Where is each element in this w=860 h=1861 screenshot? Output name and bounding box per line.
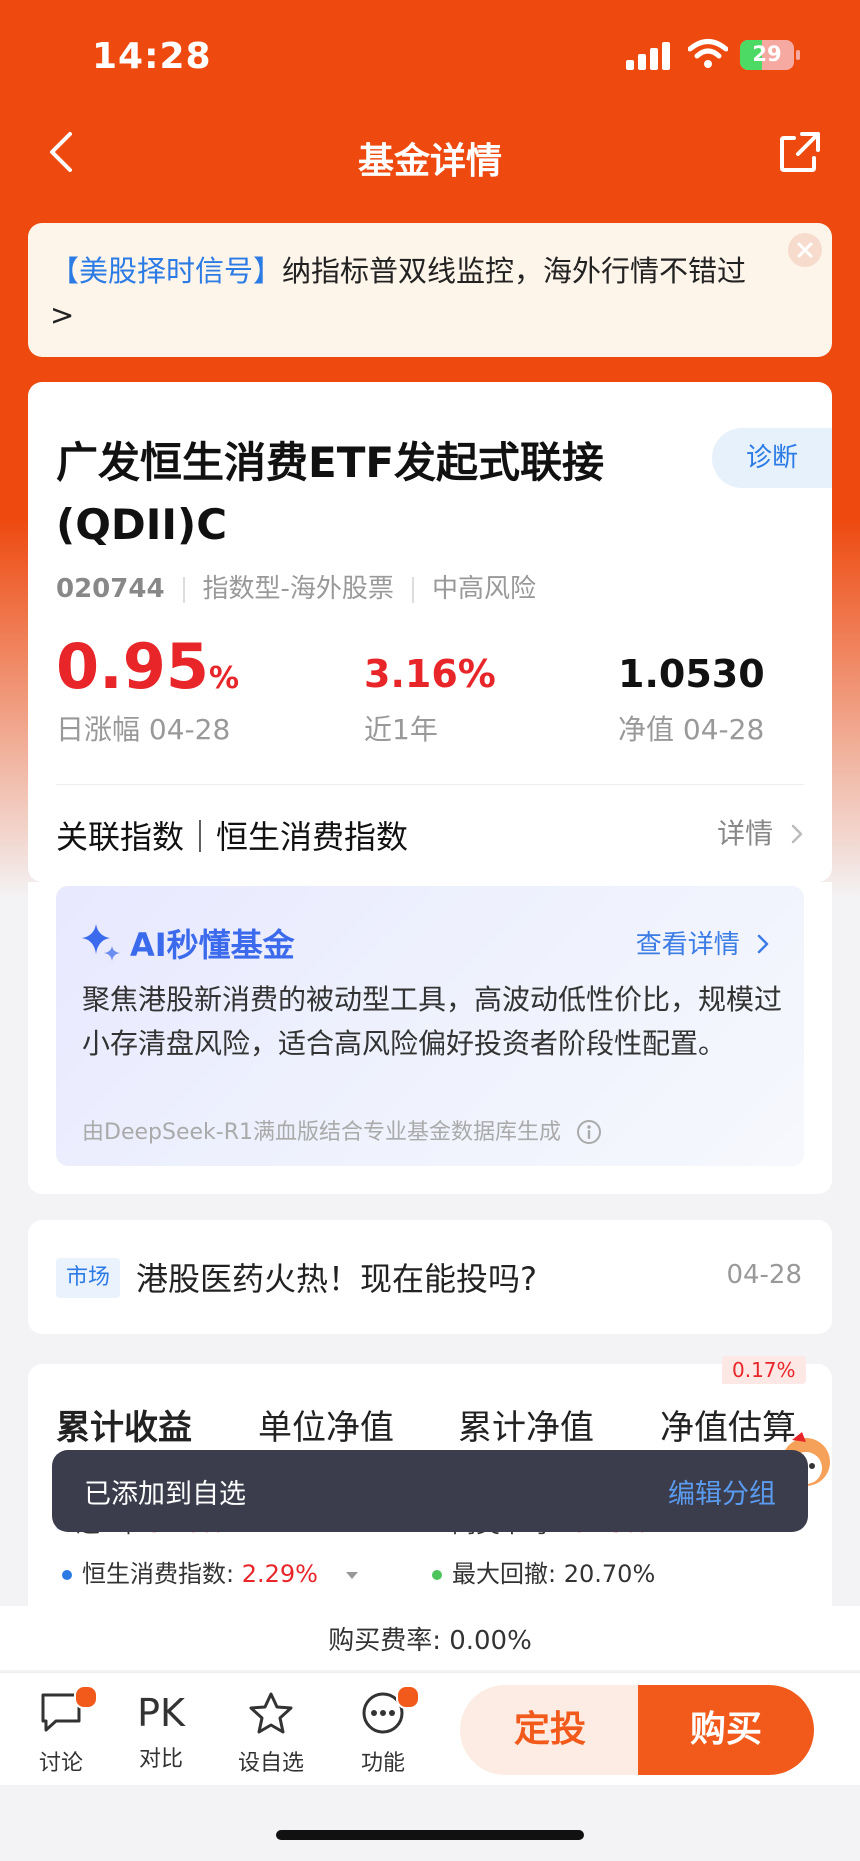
fund-summary-card: 广发恒生消费ETF发起式联接(QDII)C 诊断 020744 指数型-海外股票 中… — [28, 382, 832, 882]
close-icon — [797, 242, 813, 258]
purchase-fee: 购买费率: 0.00% — [328, 1626, 532, 1656]
battery-level: 29 — [752, 42, 782, 66]
tab-unit-nav[interactable]: 单位净值 — [258, 1400, 394, 1449]
ai-summary-card[interactable]: AI秒懂基金 查看详情 聚焦港股新消费的被动型工具，高波动低性价比，规模过小存清… — [56, 886, 804, 1166]
toast-message: 已添加到自选 — [84, 1479, 246, 1510]
chevron-right-icon — [791, 824, 803, 844]
news-item[interactable]: 市场 港股医药火热！现在能投吗? 04-28 — [28, 1220, 832, 1334]
news-date: 04-28 — [726, 1260, 802, 1290]
compare-button[interactable]: PK 对比 — [116, 1691, 206, 1773]
sip-button[interactable]: 定投 — [460, 1685, 640, 1775]
chevron-right-icon — [757, 934, 769, 954]
fee-bar: 购买费率: 0.00% — [0, 1606, 860, 1670]
fund-type: 指数型-海外股票 — [202, 574, 394, 604]
notice-arrow: > — [50, 298, 75, 332]
notice-tag: 【美股择时信号】 — [50, 254, 283, 288]
promo-notice[interactable]: 【美股择时信号】纳指标普双线监控，海外行情不错过 > — [28, 223, 832, 357]
page-title: 基金详情 — [357, 141, 502, 182]
fund-code: 020744 — [56, 574, 165, 604]
wifi-icon — [688, 39, 728, 68]
divider — [56, 784, 804, 785]
notice-message: 纳指标普双线监控，海外行情不错过 — [282, 254, 747, 288]
dropdown-triangle-icon — [345, 1572, 358, 1579]
edit-group-button[interactable]: 编辑分组 — [668, 1472, 776, 1511]
cellular-signal-icon — [626, 42, 670, 70]
fund-risk: 中高风险 — [431, 574, 536, 604]
tab-cumulative-return[interactable]: 累计收益 — [56, 1400, 192, 1449]
close-notice-button[interactable] — [788, 233, 822, 267]
year-return-label: 近1年 — [364, 713, 438, 746]
status-time: 14:28 — [92, 36, 212, 77]
related-index-label: 关联指数｜恒生消费指数 — [56, 818, 409, 856]
news-title: 港股医药火热！现在能投吗? — [136, 1260, 537, 1298]
functions-button[interactable]: 功能 — [338, 1685, 428, 1777]
nav-value: 1.0530 — [618, 652, 765, 696]
news-tag: 市场 — [56, 1258, 120, 1298]
fund-name: 广发恒生消费ETF发起式联接(QDII)C — [56, 438, 605, 549]
related-index-row[interactable]: 关联指数｜恒生消费指数 详情 — [56, 812, 804, 862]
daily-change-value: 0.95% — [56, 630, 240, 703]
toast: 已添加到自选 编辑分组 — [52, 1450, 808, 1532]
tab-cumulative-nav[interactable]: 累计净值 — [458, 1400, 594, 1449]
notification-dot — [74, 1685, 98, 1709]
ai-footer: 由DeepSeek-R1满血版结合专业基金数据库生成 — [82, 1114, 602, 1146]
year-return-value: 3.16% — [364, 652, 496, 696]
bottom-action-bar: 讨论 PK 对比 设自选 功能 定投 购买 — [0, 1672, 860, 1785]
legend-item[interactable]: 恒生消费指数: 2.29% — [62, 1554, 360, 1589]
ai-title: AI秒懂基金 — [130, 926, 295, 964]
add-watchlist-button[interactable]: 设自选 — [226, 1691, 316, 1777]
legend-item: 最大回撤: 20.70% — [432, 1554, 655, 1589]
share-icon[interactable] — [778, 130, 822, 174]
ai-summary-section: AI秒懂基金 查看详情 聚焦港股新消费的被动型工具，高波动低性价比，规模过小存清… — [28, 882, 832, 1194]
notification-dot — [396, 1685, 420, 1709]
info-icon[interactable] — [576, 1119, 602, 1145]
ai-view-details-link[interactable]: 查看详情 — [636, 924, 770, 961]
discuss-button[interactable]: 讨论 — [16, 1685, 106, 1777]
related-index-detail[interactable]: 详情 — [717, 812, 804, 852]
pk-icon: PK — [137, 1691, 185, 1735]
battery-icon: 29 — [740, 40, 802, 72]
notice-text: 【美股择时信号】纳指标普双线监控，海外行情不错过 > — [50, 249, 790, 337]
sparkle-icon — [82, 924, 120, 961]
ai-summary-text: 聚焦港股新消费的被动型工具，高波动低性价比，规模过小存清盘风险，适合高风险偏好投… — [82, 983, 783, 1060]
star-icon — [249, 1692, 293, 1734]
home-indicator — [276, 1830, 584, 1840]
daily-change-label: 日涨幅 04-28 — [56, 713, 231, 746]
buy-button[interactable]: 购买 — [638, 1685, 814, 1775]
fund-meta: 020744 指数型-海外股票 中高风险 — [56, 568, 536, 605]
nav-label: 净值 04-28 — [618, 713, 765, 746]
estimate-badge: 0.17% — [722, 1356, 806, 1384]
diagnose-button[interactable]: 诊断 — [712, 428, 832, 488]
